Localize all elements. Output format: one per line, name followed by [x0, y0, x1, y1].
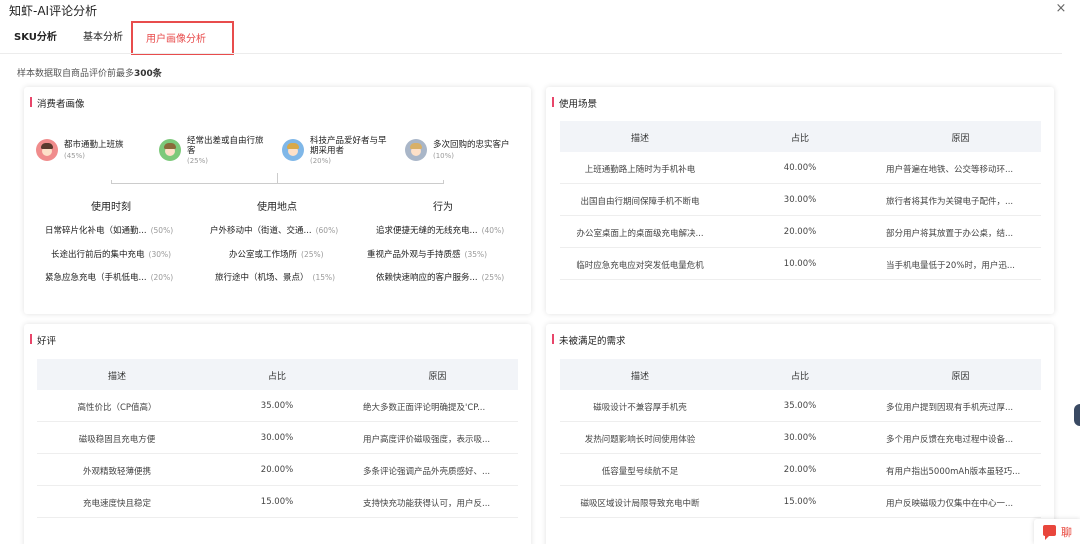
usage-item: 追求便捷无缝的无线充电... (40%) — [376, 226, 505, 236]
table-row: 充电速度快且稳定 15.00% 支持快充功能获得认可，用户反... — [37, 486, 518, 518]
table-row: 上班通勤路上随时为手机补电 40.00% 用户普遍在地铁、公交等移动环... — [560, 152, 1041, 184]
chat-button[interactable]: 聊 — [1034, 519, 1080, 544]
table-row: 高性价比（CP值高） 35.00% 绝大多数正面评论明确提及'CP... — [37, 390, 518, 422]
positive-reviews-card: 好评 描述 占比 原因 高性价比（CP值高） 35.00% 绝大多数正面评论明确… — [24, 324, 531, 544]
persona-percent: (25%) — [187, 157, 209, 165]
table-header: 描述 占比 原因 — [560, 359, 1041, 390]
table-row: 磁吸设计不兼容厚手机壳 35.00% 多位用户提到因现有手机壳过厚... — [560, 390, 1041, 422]
usage-item: 依赖快速响应的客户服务... (25%) — [376, 273, 505, 283]
table-header: 描述 占比 原因 — [37, 359, 518, 390]
card-title: 好评 — [30, 333, 56, 347]
branch-connector — [277, 173, 278, 184]
column-header: 描述 — [630, 134, 649, 144]
persona-name: 经常出差或自由行旅客 — [187, 136, 264, 156]
close-icon[interactable]: × — [1053, 1, 1069, 17]
persona-name: 都市通勤上班族 — [64, 140, 124, 150]
table-row: 外观精致轻薄便携 20.00% 多条评论强调产品外壳质感好、... — [37, 454, 518, 486]
app-title: 知虾-AI评论分析 — [9, 4, 98, 18]
table-row: 发热问题影响长时间使用体验 30.00% 多个用户反馈在充电过程中设备... — [560, 422, 1041, 454]
card-title: 消费者画像 — [30, 96, 85, 110]
avatar-icon — [159, 139, 181, 161]
usage-item: 长途出行前后的集中充电 (30%) — [51, 250, 172, 260]
usage-item: 紧急应急充电（手机低电... (20%) — [45, 273, 174, 283]
usage-scenarios-card: 使用场景 描述 占比 原因 上班通勤路上随时为手机补电 40.00% 用户普遍在… — [546, 87, 1054, 314]
column-header: 描述 — [107, 372, 126, 382]
usage-item: 户外移动中（街道、交通... (60%) — [210, 226, 339, 236]
tab-sku-analysis[interactable]: SKU分析 — [14, 28, 57, 43]
column-heading: 使用地点 — [257, 202, 297, 213]
table-row: 出国自由行期间保障手机不断电 30.00% 旅行者将其作为关键电子配件，... — [560, 184, 1041, 216]
consumer-profile-card: 消费者画像 都市通勤上班族 (45%) 经常出差或自由行旅客 (25%) 科技产… — [24, 87, 531, 314]
usage-item: 重视产品外观与手持质感 (35%) — [367, 250, 488, 260]
table-row: 低容量型号续航不足 20.00% 有用户指出5000mAh版本虽轻巧... — [560, 454, 1041, 486]
persona-percent: (10%) — [433, 152, 455, 160]
column-heading: 使用时刻 — [91, 202, 131, 213]
sample-note: 样本数据取自商品评价前最多300条 — [17, 69, 162, 79]
table-row: 磁吸区域设计局限导致充电中断 15.00% 用户反映磁吸力仅集中在中心一... — [560, 486, 1041, 518]
column-header: 描述 — [630, 372, 649, 382]
column-header: 占比 — [790, 134, 809, 144]
column-header: 原因 — [951, 134, 970, 144]
usage-item: 旅行途中（机场、景点） (15%) — [215, 273, 336, 283]
usage-item: 日常碎片化补电（如通勤... (50%) — [45, 226, 174, 236]
unmet-needs-card: 未被满足的需求 描述 占比 原因 磁吸设计不兼容厚手机壳 35.00% 多位用户… — [546, 324, 1054, 544]
card-title: 使用场景 — [552, 96, 597, 110]
table-row: 磁吸稳固且充电方便 30.00% 用户高度评价磁吸强度，表示吸... — [37, 422, 518, 454]
branch-connector — [443, 180, 444, 184]
persona-percent: (20%) — [310, 157, 332, 165]
avatar-icon — [405, 139, 427, 161]
persona-name: 多次回购的忠实客户 — [433, 140, 510, 150]
tab-bar: SKU分析 基本分析 用户画像分析 — [0, 21, 1080, 55]
table-header: 描述 占比 原因 — [560, 121, 1041, 152]
tab-user-profile-analysis[interactable]: 用户画像分析 — [131, 21, 234, 55]
column-heading: 行为 — [433, 202, 453, 213]
avatar-icon — [36, 139, 58, 161]
chat-label: 聊 — [1061, 526, 1072, 539]
tab-divider — [0, 53, 1062, 54]
card-title: 未被满足的需求 — [552, 333, 626, 347]
branch-connector — [111, 180, 112, 184]
persona-name: 科技产品爱好者与早期采用者 — [310, 136, 387, 156]
column-header: 原因 — [951, 372, 970, 382]
title-bar: 知虾-AI评论分析 × — [0, 0, 1080, 20]
column-header: 占比 — [267, 372, 286, 382]
chat-icon — [1043, 525, 1056, 540]
table-row: 办公室桌面上的桌面级充电解决... 20.00% 部分用户将其放置于办公桌，结.… — [560, 216, 1041, 248]
column-header: 原因 — [428, 372, 447, 382]
side-drawer-handle[interactable] — [1074, 404, 1080, 426]
persona-percent: (45%) — [64, 152, 86, 160]
avatar-icon — [282, 139, 304, 161]
tab-basic-analysis[interactable]: 基本分析 — [83, 28, 123, 43]
column-header: 占比 — [790, 372, 809, 382]
table-row: 临时应急充电应对突发低电量危机 10.00% 当手机电量低于20%时，用户迅..… — [560, 248, 1041, 280]
usage-item: 办公室或工作场所 (25%) — [229, 250, 324, 260]
